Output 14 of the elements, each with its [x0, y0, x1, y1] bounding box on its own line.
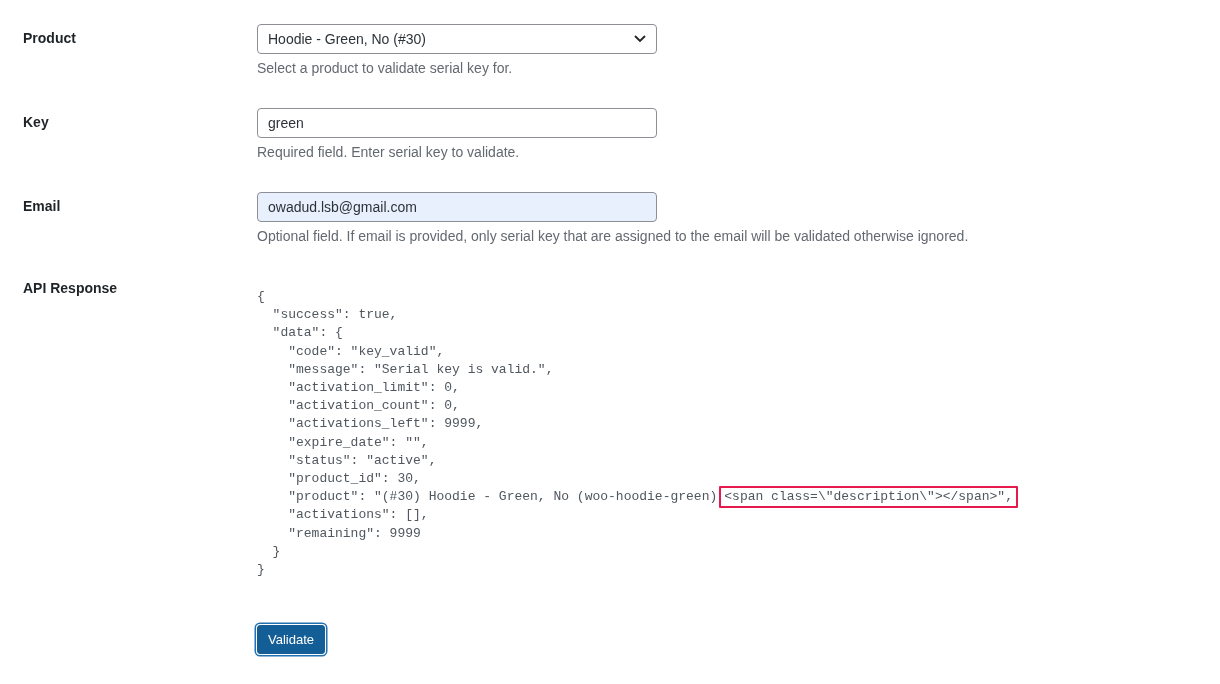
field-label: Product — [23, 29, 77, 48]
field-label: Email — [23, 197, 62, 216]
highlight-box: <span class=\"description\"></span>", — [719, 486, 1018, 509]
validate-button[interactable]: Validate — [257, 625, 325, 655]
field-label: API Response — [23, 280, 119, 298]
field-description: Select a product to validate serial key for. — [257, 60, 514, 76]
field-description: Required field. Enter serial key to validate. — [257, 144, 521, 160]
chevron-down-icon — [634, 35, 646, 43]
input-field[interactable]: owadud.lsb@gmail.com — [257, 192, 657, 222]
field-description: Optional field. If email is provided, only serial key that are assigned to the email will be validated otherwise ignored. — [257, 228, 970, 244]
field-label: Key — [23, 113, 50, 132]
product-select[interactable]: Hoodie - Green, No (#30) — [257, 24, 657, 54]
api-response-code: { "success": true, "data": { "code": "key_valid", "message": "Serial key is valid.", "activation_limit": 0, "activation_count": 0, "activations_left": 9999, "expire_date": "", "status": "active", "product_id": 30, "product": "(#30) Hoodie - Green, No (woo-hoodie-green) <span class=\"description\"></span>", "activations": [], "remaining": 9999 } } — [257, 280, 1220, 580]
input-field[interactable]: green — [257, 108, 657, 138]
